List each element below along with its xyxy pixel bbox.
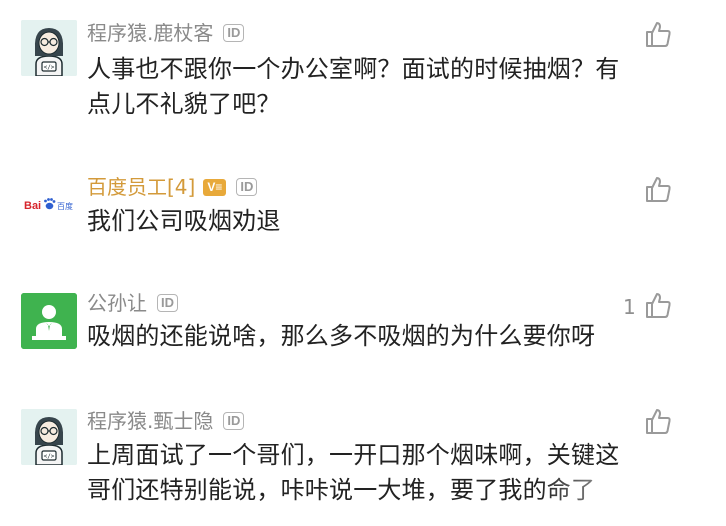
comment-item: 公孙让 ID 吸烟的还能说啥，那么多不吸烟的为什么要你呀 1 [0, 280, 726, 400]
svg-text:百度: 百度 [57, 201, 73, 211]
username-text[interactable]: 百度员工[4] [87, 175, 195, 199]
comment-text: 吸烟的还能说啥，那么多不吸烟的为什么要你呀 [87, 322, 596, 350]
id-badge: ID [157, 294, 178, 312]
thumbs-up-icon[interactable] [644, 291, 672, 319]
svg-text:Bai: Bai [24, 200, 41, 212]
comment-item: </> 程序猿.鹿杖客 ID 人事也不跟你一个办公室啊？面试的时候抽烟？有点儿不礼… [0, 0, 726, 150]
coder-avatar-icon: </> [21, 20, 77, 76]
username[interactable]: 程序猿.甄士隐 ID [87, 408, 245, 434]
person-avatar-icon [21, 293, 77, 349]
baidu-logo-icon: Bai 百度 [24, 198, 73, 212]
id-badge: ID [236, 178, 258, 196]
avatar[interactable]: Bai 百度 [21, 176, 77, 232]
avatar[interactable]: </> [21, 409, 77, 465]
username-text[interactable]: 程序猿.甄士隐 [87, 409, 213, 433]
thumbs-up-icon[interactable] [644, 407, 672, 435]
thumbs-up-icon[interactable] [644, 175, 672, 203]
svg-text:</>: </> [44, 64, 55, 71]
svg-text:</>: </> [44, 453, 55, 460]
username[interactable]: 百度员工[4] V≡ ID [87, 174, 258, 200]
username-text[interactable]: 公孙让 [87, 291, 147, 315]
avatar[interactable]: </> [21, 20, 77, 76]
comment-text: 人事也不跟你一个办公室啊？面试的时候抽烟？有点儿不礼貌了吧？ [87, 55, 620, 118]
id-badge: ID [223, 24, 245, 42]
username-text[interactable]: 程序猿.鹿杖客 [87, 21, 213, 45]
like-count: 1 [623, 295, 636, 319]
comment-text: 我们公司吸烟劝退 [87, 207, 281, 235]
id-badge: ID [223, 412, 245, 430]
verified-badge: V≡ [203, 179, 227, 196]
text-fade-overlay [540, 470, 726, 526]
avatar[interactable] [21, 293, 77, 349]
coder-avatar-icon: </> [21, 409, 77, 465]
thumbs-up-icon[interactable] [644, 20, 672, 48]
comment-item: Bai 百度 百度员工[4] V≡ ID 我们公司吸烟劝退 [0, 150, 726, 280]
username[interactable]: 程序猿.鹿杖客 ID [87, 20, 245, 46]
username[interactable]: 公孙让 ID [87, 290, 178, 316]
